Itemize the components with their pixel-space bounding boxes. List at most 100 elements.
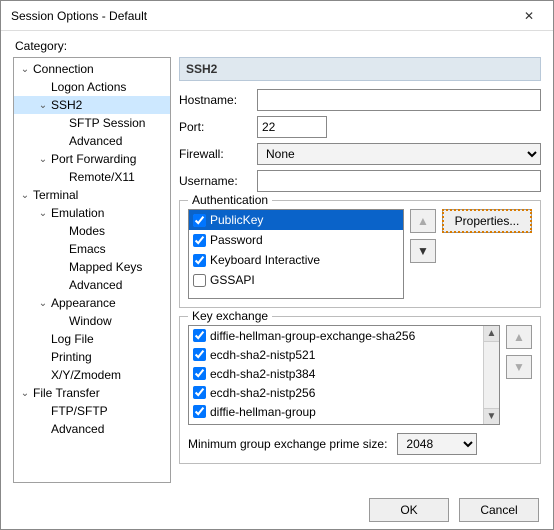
auth-item[interactable]: Keyboard Interactive (189, 250, 403, 270)
tree-item[interactable]: X/Y/Zmodem (14, 366, 170, 384)
auth-item-checkbox[interactable] (193, 214, 206, 227)
auth-item[interactable]: Password (189, 230, 403, 250)
tree-item[interactable]: Emacs (14, 240, 170, 258)
cancel-button[interactable]: Cancel (459, 498, 539, 522)
auth-item-label: Password (210, 233, 263, 247)
tree-item[interactable]: Remote/X11 (14, 168, 170, 186)
tree-item-label: File Transfer (32, 386, 100, 400)
ke-item[interactable]: ecdh-sha2-nistp521 (189, 345, 499, 364)
tree-item[interactable]: Log File (14, 330, 170, 348)
session-options-dialog: Session Options - Default ✕ Category: ⌄C… (0, 0, 554, 530)
tree-item[interactable]: Printing (14, 348, 170, 366)
ke-item-checkbox[interactable] (193, 386, 206, 399)
scroll-down-icon[interactable]: ▼ (484, 408, 499, 424)
triangle-up-icon: ▲ (513, 330, 525, 344)
ke-item-checkbox[interactable] (193, 367, 206, 380)
tree-item[interactable]: ⌄Terminal (14, 186, 170, 204)
auth-item-label: PublicKey (210, 213, 263, 227)
port-label: Port: (179, 120, 249, 134)
tree-item[interactable]: Logon Actions (14, 78, 170, 96)
min-prime-label: Minimum group exchange prime size: (188, 437, 387, 451)
key-exchange-list[interactable]: diffie-hellman-group-exchange-sha256 ecdh… (188, 325, 500, 425)
auth-item-checkbox[interactable] (193, 254, 206, 267)
close-icon: ✕ (524, 9, 534, 23)
ke-item-checkbox[interactable] (193, 348, 206, 361)
chevron-down-icon: ⌄ (36, 298, 50, 309)
port-input[interactable] (257, 116, 327, 138)
tree-item-label: Port Forwarding (50, 152, 136, 166)
key-exchange-legend: Key exchange (188, 309, 272, 323)
username-input[interactable] (257, 170, 541, 192)
tree-item-label: Mapped Keys (68, 260, 142, 274)
chevron-down-icon: ⌄ (18, 64, 32, 75)
ke-item[interactable]: ecdh-sha2-nistp256 (189, 383, 499, 402)
tree-item[interactable]: Modes (14, 222, 170, 240)
auth-item[interactable]: PublicKey (189, 210, 403, 230)
tree-item-label: Modes (68, 224, 105, 238)
ke-item-checkbox[interactable] (193, 329, 206, 342)
auth-item-checkbox[interactable] (193, 274, 206, 287)
tree-item-label: SSH2 (50, 98, 82, 112)
chevron-down-icon: ⌄ (36, 154, 50, 165)
panel-header: SSH2 (179, 57, 541, 81)
tree-item-label: Remote/X11 (68, 170, 135, 184)
tree-item[interactable]: ⌄Emulation (14, 204, 170, 222)
username-label: Username: (179, 174, 249, 188)
tree-item-label: Advanced (50, 422, 104, 436)
tree-item-label: FTP/SFTP (50, 404, 108, 418)
tree-item[interactable]: Advanced (14, 420, 170, 438)
tree-item[interactable]: ⌄Connection (14, 60, 170, 78)
triangle-down-icon: ▼ (417, 244, 429, 258)
tree-item[interactable]: Mapped Keys (14, 258, 170, 276)
tree-item[interactable]: ⌄Port Forwarding (14, 150, 170, 168)
firewall-label: Firewall: (179, 147, 249, 161)
ke-item-label: ecdh-sha2-nistp384 (210, 367, 315, 381)
ke-move-down-button[interactable]: ▼ (506, 355, 532, 379)
tree-item[interactable]: SFTP Session (14, 114, 170, 132)
triangle-down-icon: ▼ (513, 360, 525, 374)
tree-item[interactable]: ⌄SSH2 (14, 96, 170, 114)
ke-item[interactable]: diffie-hellman-group-exchange-sha256 (189, 326, 499, 345)
close-button[interactable]: ✕ (509, 2, 549, 30)
ke-item-label: ecdh-sha2-nistp521 (210, 348, 315, 362)
tree-item[interactable]: Window (14, 312, 170, 330)
tree-item-label: Terminal (32, 188, 78, 202)
tree-item[interactable]: FTP/SFTP (14, 402, 170, 420)
tree-item-label: X/Y/Zmodem (50, 368, 121, 382)
properties-button[interactable]: Properties... (442, 209, 532, 233)
scroll-up-icon[interactable]: ▲ (484, 326, 499, 342)
ke-item[interactable]: diffie-hellman-group (189, 402, 499, 421)
authentication-list[interactable]: PublicKey Password Keyboard Interactive GSS… (188, 209, 404, 299)
tree-item-label: Emulation (50, 206, 104, 220)
scrollbar[interactable]: ▲ ▼ (483, 326, 499, 424)
tree-item-label: Connection (32, 62, 94, 76)
firewall-select[interactable]: None (257, 143, 541, 165)
title-bar: Session Options - Default ✕ (1, 1, 553, 31)
ke-move-up-button[interactable]: ▲ (506, 325, 532, 349)
tree-item-label: Appearance (50, 296, 116, 310)
ke-item-label: ecdh-sha2-nistp256 (210, 386, 315, 400)
ke-item-label: diffie-hellman-group-exchange-sha256 (210, 329, 415, 343)
tree-item-label: Emacs (68, 242, 106, 256)
category-label: Category: (15, 39, 541, 53)
ke-item-checkbox[interactable] (193, 405, 206, 418)
hostname-input[interactable] (257, 89, 541, 111)
category-tree[interactable]: ⌄ConnectionLogon Actions⌄SSH2SFTP Sessio… (13, 57, 171, 483)
tree-item[interactable]: Advanced (14, 276, 170, 294)
auth-item-checkbox[interactable] (193, 234, 206, 247)
auth-move-down-button[interactable]: ▼ (410, 239, 436, 263)
min-prime-select[interactable]: 2048 (397, 433, 477, 455)
auth-item-label: Keyboard Interactive (210, 253, 320, 267)
tree-item[interactable]: ⌄File Transfer (14, 384, 170, 402)
auth-item[interactable]: GSSAPI (189, 270, 403, 290)
dialog-footer: OK Cancel (1, 491, 553, 529)
tree-item-label: Advanced (68, 278, 122, 292)
ok-button[interactable]: OK (369, 498, 449, 522)
auth-move-up-button[interactable]: ▲ (410, 209, 436, 233)
auth-item-label: GSSAPI (210, 273, 255, 287)
ke-item[interactable]: ecdh-sha2-nistp384 (189, 364, 499, 383)
tree-item[interactable]: Advanced (14, 132, 170, 150)
tree-item[interactable]: ⌄Appearance (14, 294, 170, 312)
authentication-group: Authentication PublicKeyPasswordKeyboard… (179, 200, 541, 308)
chevron-down-icon: ⌄ (36, 100, 50, 111)
